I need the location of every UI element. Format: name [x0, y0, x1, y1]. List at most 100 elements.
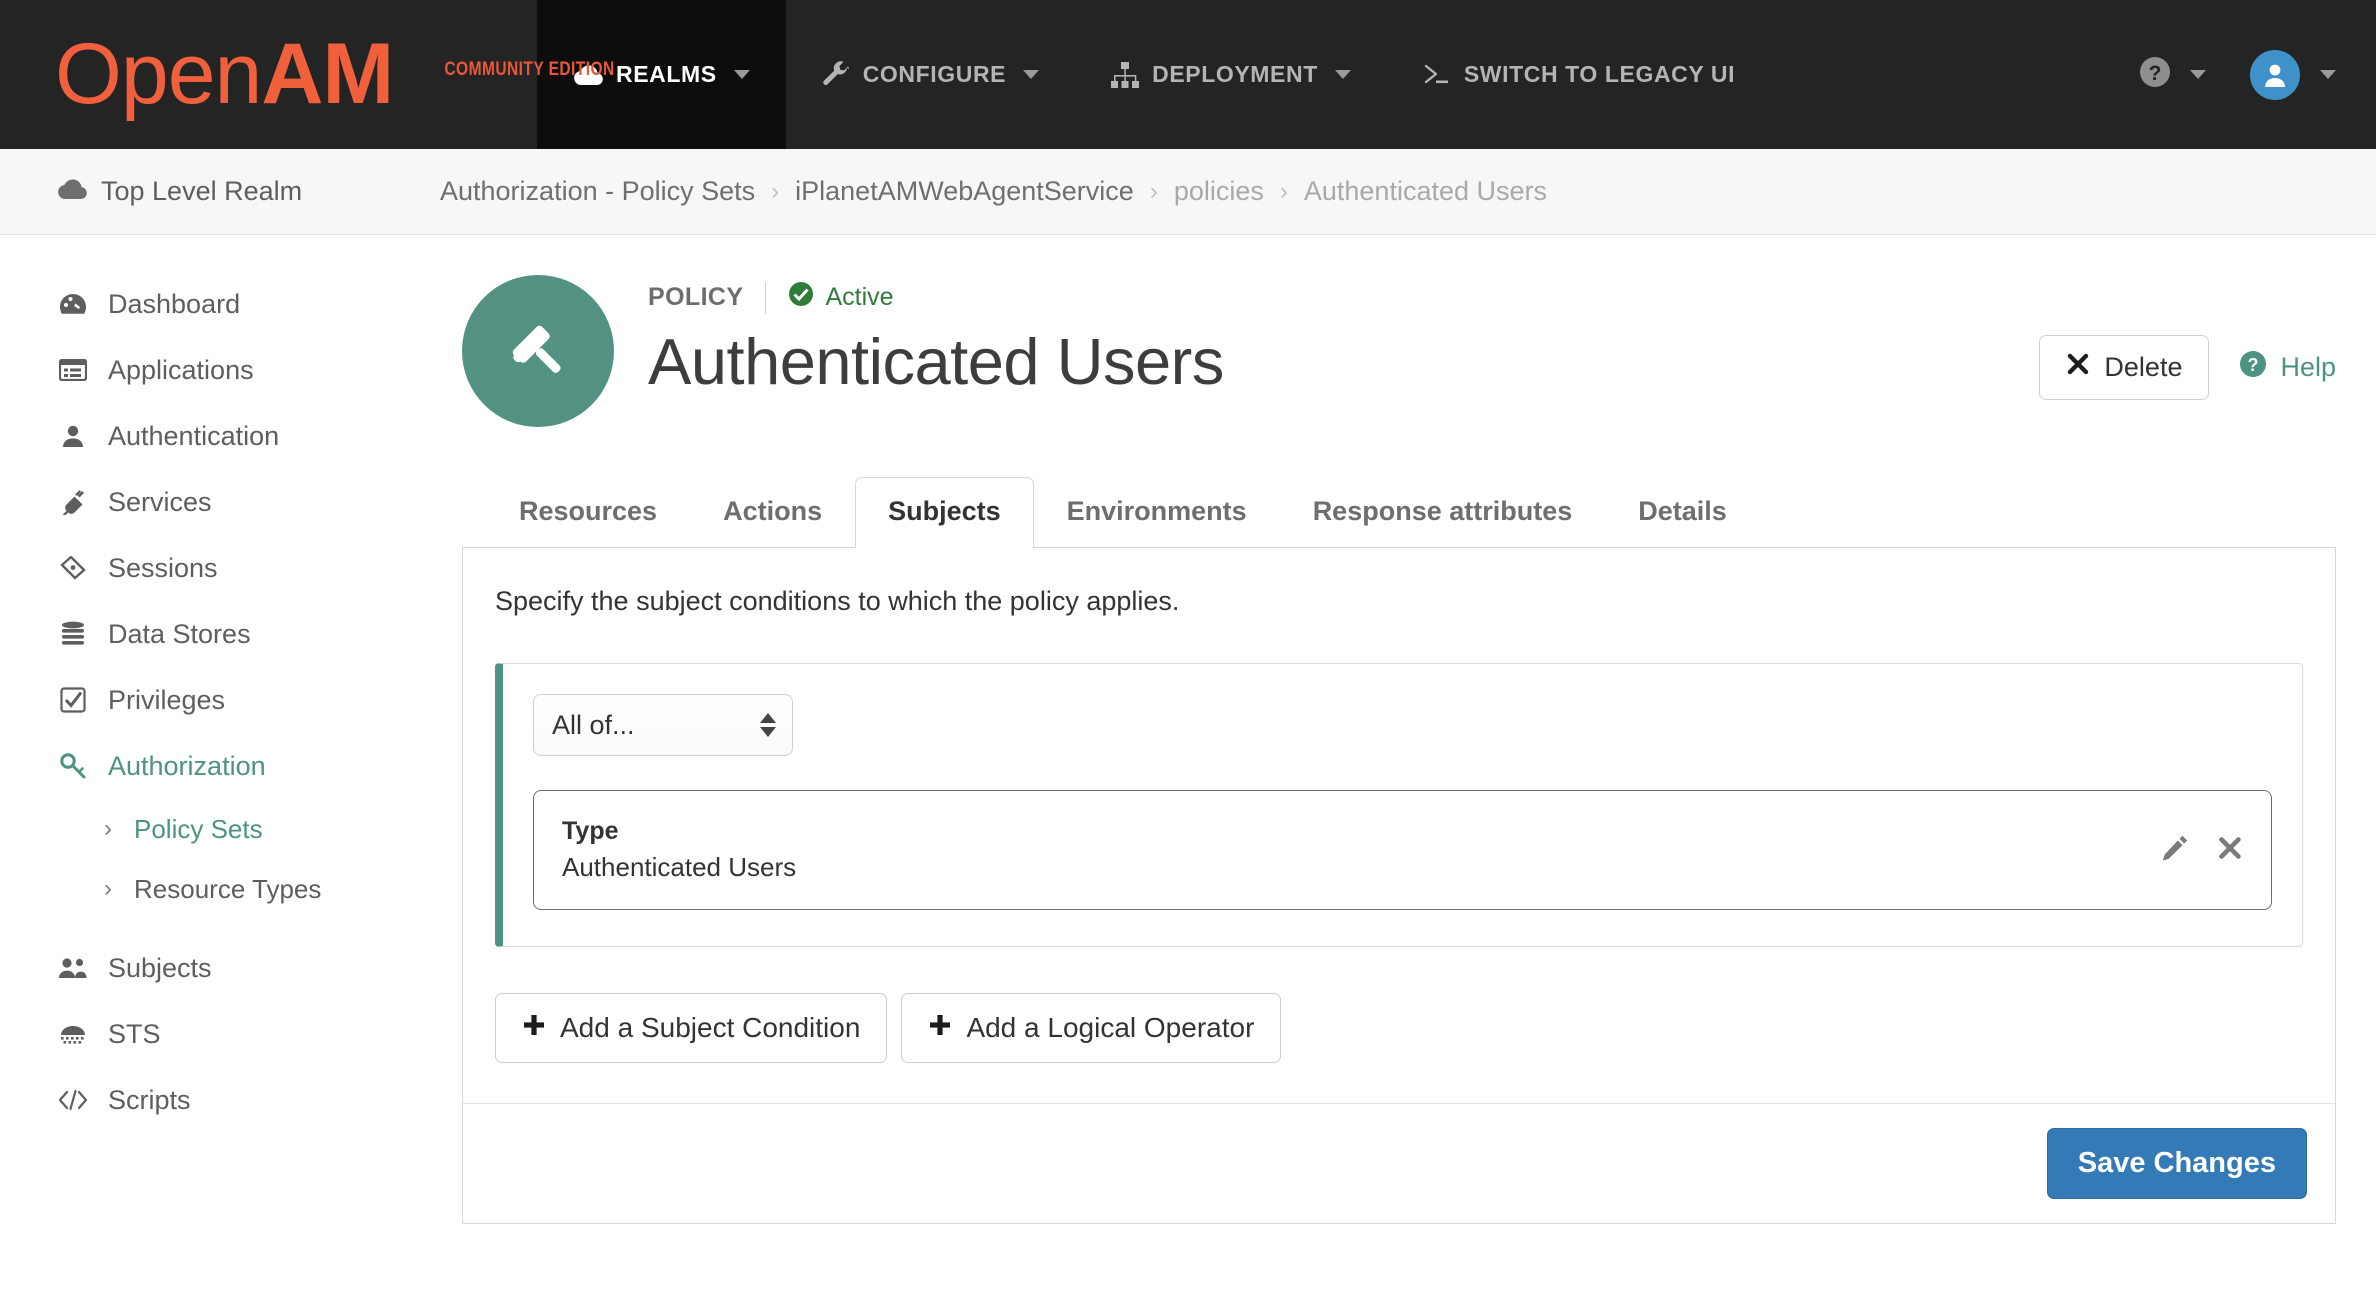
breadcrumb-item-policy-sets[interactable]: Authorization - Policy Sets: [440, 176, 755, 207]
nav-item-deployment[interactable]: DEPLOYMENT: [1075, 0, 1387, 149]
close-icon[interactable]: [2217, 835, 2243, 866]
sidebar-item-applications-label: Applications: [108, 354, 254, 385]
tab-subjects[interactable]: Subjects: [855, 477, 1034, 548]
sidebar-item-subjects[interactable]: Subjects: [0, 935, 450, 1001]
check-square-icon: [58, 687, 88, 713]
navbar-right-group: ?: [2120, 0, 2376, 149]
tab-details[interactable]: Details: [1605, 477, 1760, 548]
user-avatar-icon: [2250, 49, 2300, 100]
subject-condition-fields: Type Authenticated Users: [562, 817, 2161, 883]
tab-resources[interactable]: Resources: [486, 477, 690, 548]
sidebar-item-dashboard[interactable]: Dashboard: [0, 271, 450, 337]
sidebar-item-privileges[interactable]: Privileges: [0, 667, 450, 733]
dashboard-icon: [58, 293, 88, 315]
nav-help-menu[interactable]: ?: [2120, 55, 2224, 94]
question-circle-icon: ?: [2239, 350, 2267, 385]
panel-footer: Save Changes: [463, 1103, 2335, 1223]
breadcrumb-item-policies[interactable]: policies: [1174, 176, 1264, 207]
arrow-down-icon: [760, 727, 776, 737]
page-title: Authenticated Users: [648, 325, 1224, 398]
policy-meta: POLICY Active Authenticated Users: [648, 275, 2039, 398]
plus-icon: [928, 1012, 952, 1044]
realm-selector[interactable]: Top Level Realm: [0, 176, 440, 207]
nav-item-configure[interactable]: CONFIGURE: [786, 0, 1075, 149]
sidebar-item-resource-types[interactable]: › Resource Types: [0, 859, 450, 919]
help-link-label: Help: [2280, 352, 2336, 382]
tab-environments[interactable]: Environments: [1034, 477, 1280, 548]
subject-condition-actions: [2161, 834, 2243, 867]
question-circle-icon: ?: [2138, 55, 2172, 94]
add-logical-operator-button[interactable]: Add a Logical Operator: [901, 993, 1282, 1063]
logical-operator-select-value: All of...: [552, 709, 635, 740]
sidebar-item-authentication[interactable]: Authentication: [0, 403, 450, 469]
applications-icon: [58, 359, 88, 381]
add-subject-condition-button[interactable]: Add a Subject Condition: [495, 993, 888, 1063]
sidebar-item-scripts[interactable]: Scripts: [0, 1067, 450, 1133]
arrow-up-icon: [760, 713, 776, 723]
sitemap-icon: [1111, 61, 1140, 88]
policy-header: POLICY Active Authenticated Users Delete…: [462, 275, 2336, 427]
gavel-icon: [462, 275, 614, 427]
tab-bar: Resources Actions Subjects Environments …: [462, 477, 2336, 548]
sidebar-item-authentication-label: Authentication: [108, 420, 280, 451]
brand-edition: COMMUNITY EDITION: [444, 58, 615, 80]
chevron-down-icon: [1023, 70, 1040, 79]
sidebar-item-sts[interactable]: STS: [0, 1001, 450, 1067]
stepper-icon: [760, 713, 776, 737]
save-changes-button[interactable]: Save Changes: [2046, 1128, 2307, 1199]
meta-divider: [765, 281, 767, 314]
terminal-icon: [1423, 63, 1451, 87]
wrench-icon: [822, 60, 850, 89]
nav-item-configure-label: CONFIGURE: [862, 61, 1007, 87]
chevron-right-icon: ›: [104, 875, 112, 902]
subject-condition-type-label: Type: [562, 817, 619, 845]
breadcrumb-item-policy-set[interactable]: iPlanetAMWebAgentService: [795, 176, 1134, 207]
sidebar-item-authorization-label: Authorization: [108, 750, 266, 781]
sidebar-item-authorization[interactable]: Authorization: [0, 733, 450, 799]
svg-text:?: ?: [2149, 62, 2162, 85]
condition-group: All of... Type Authenticated Users: [495, 663, 2303, 947]
policy-kind-label: POLICY: [648, 283, 744, 311]
subjects-panel: Specify the subject conditions to which …: [462, 547, 2336, 1224]
nav-user-menu[interactable]: [2224, 49, 2336, 100]
sidebar-item-applications[interactable]: Applications: [0, 337, 450, 403]
realm-label: Top Level Realm: [101, 176, 303, 206]
sidebar-item-sessions[interactable]: Sessions: [0, 535, 450, 601]
pencil-icon[interactable]: [2161, 834, 2189, 867]
tab-actions[interactable]: Actions: [690, 477, 855, 548]
plug-icon: [58, 489, 88, 515]
subject-condition-card[interactable]: Type Authenticated Users: [533, 790, 2272, 910]
sidebar-item-scripts-label: Scripts: [108, 1084, 191, 1115]
help-link[interactable]: ? Help: [2239, 350, 2336, 385]
sts-icon: [58, 1023, 88, 1045]
subjects-panel-body: Specify the subject conditions to which …: [463, 548, 2335, 1103]
delete-button[interactable]: Delete: [2039, 335, 2210, 400]
chevron-down-icon: [2190, 70, 2206, 79]
sidebar-item-policy-sets[interactable]: › Policy Sets: [0, 799, 450, 859]
add-subject-condition-label: Add a Subject Condition: [560, 1012, 861, 1043]
sidebar-item-services[interactable]: Services: [0, 469, 450, 535]
chevron-down-icon: [733, 70, 750, 79]
database-icon: [58, 621, 88, 647]
top-navbar: OpenAM COMMUNITY EDITION REALMS CONFIGUR…: [0, 0, 2376, 149]
sidebar-item-data-stores-label: Data Stores: [108, 618, 251, 649]
users-icon: [58, 956, 88, 980]
nav-item-switch-legacy-ui[interactable]: SWITCH TO LEGACY UI: [1387, 0, 1771, 149]
code-icon: [58, 1089, 88, 1111]
sidebar-item-services-label: Services: [108, 486, 212, 517]
sidebar-item-sts-label: STS: [108, 1018, 161, 1049]
breadcrumb: Authorization - Policy Sets › iPlanetAMW…: [440, 176, 1547, 207]
subject-condition-type-value: Authenticated Users: [562, 852, 797, 882]
chevron-down-icon: [2320, 70, 2336, 79]
tab-response-attributes[interactable]: Response attributes: [1280, 477, 1606, 548]
logical-operator-select[interactable]: All of...: [533, 694, 793, 756]
ticket-icon: [58, 556, 88, 580]
panel-description: Specify the subject conditions to which …: [495, 586, 1180, 616]
key-icon: [58, 753, 88, 779]
main-content: POLICY Active Authenticated Users Delete…: [450, 235, 2376, 1315]
chevron-right-icon: ›: [104, 815, 112, 842]
brand-logo[interactable]: OpenAM COMMUNITY EDITION: [0, 0, 614, 149]
breadcrumb-item-current: Authenticated Users: [1303, 176, 1548, 206]
header-actions: Delete ? Help: [2039, 275, 2336, 400]
sidebar-item-data-stores[interactable]: Data Stores: [0, 601, 450, 667]
